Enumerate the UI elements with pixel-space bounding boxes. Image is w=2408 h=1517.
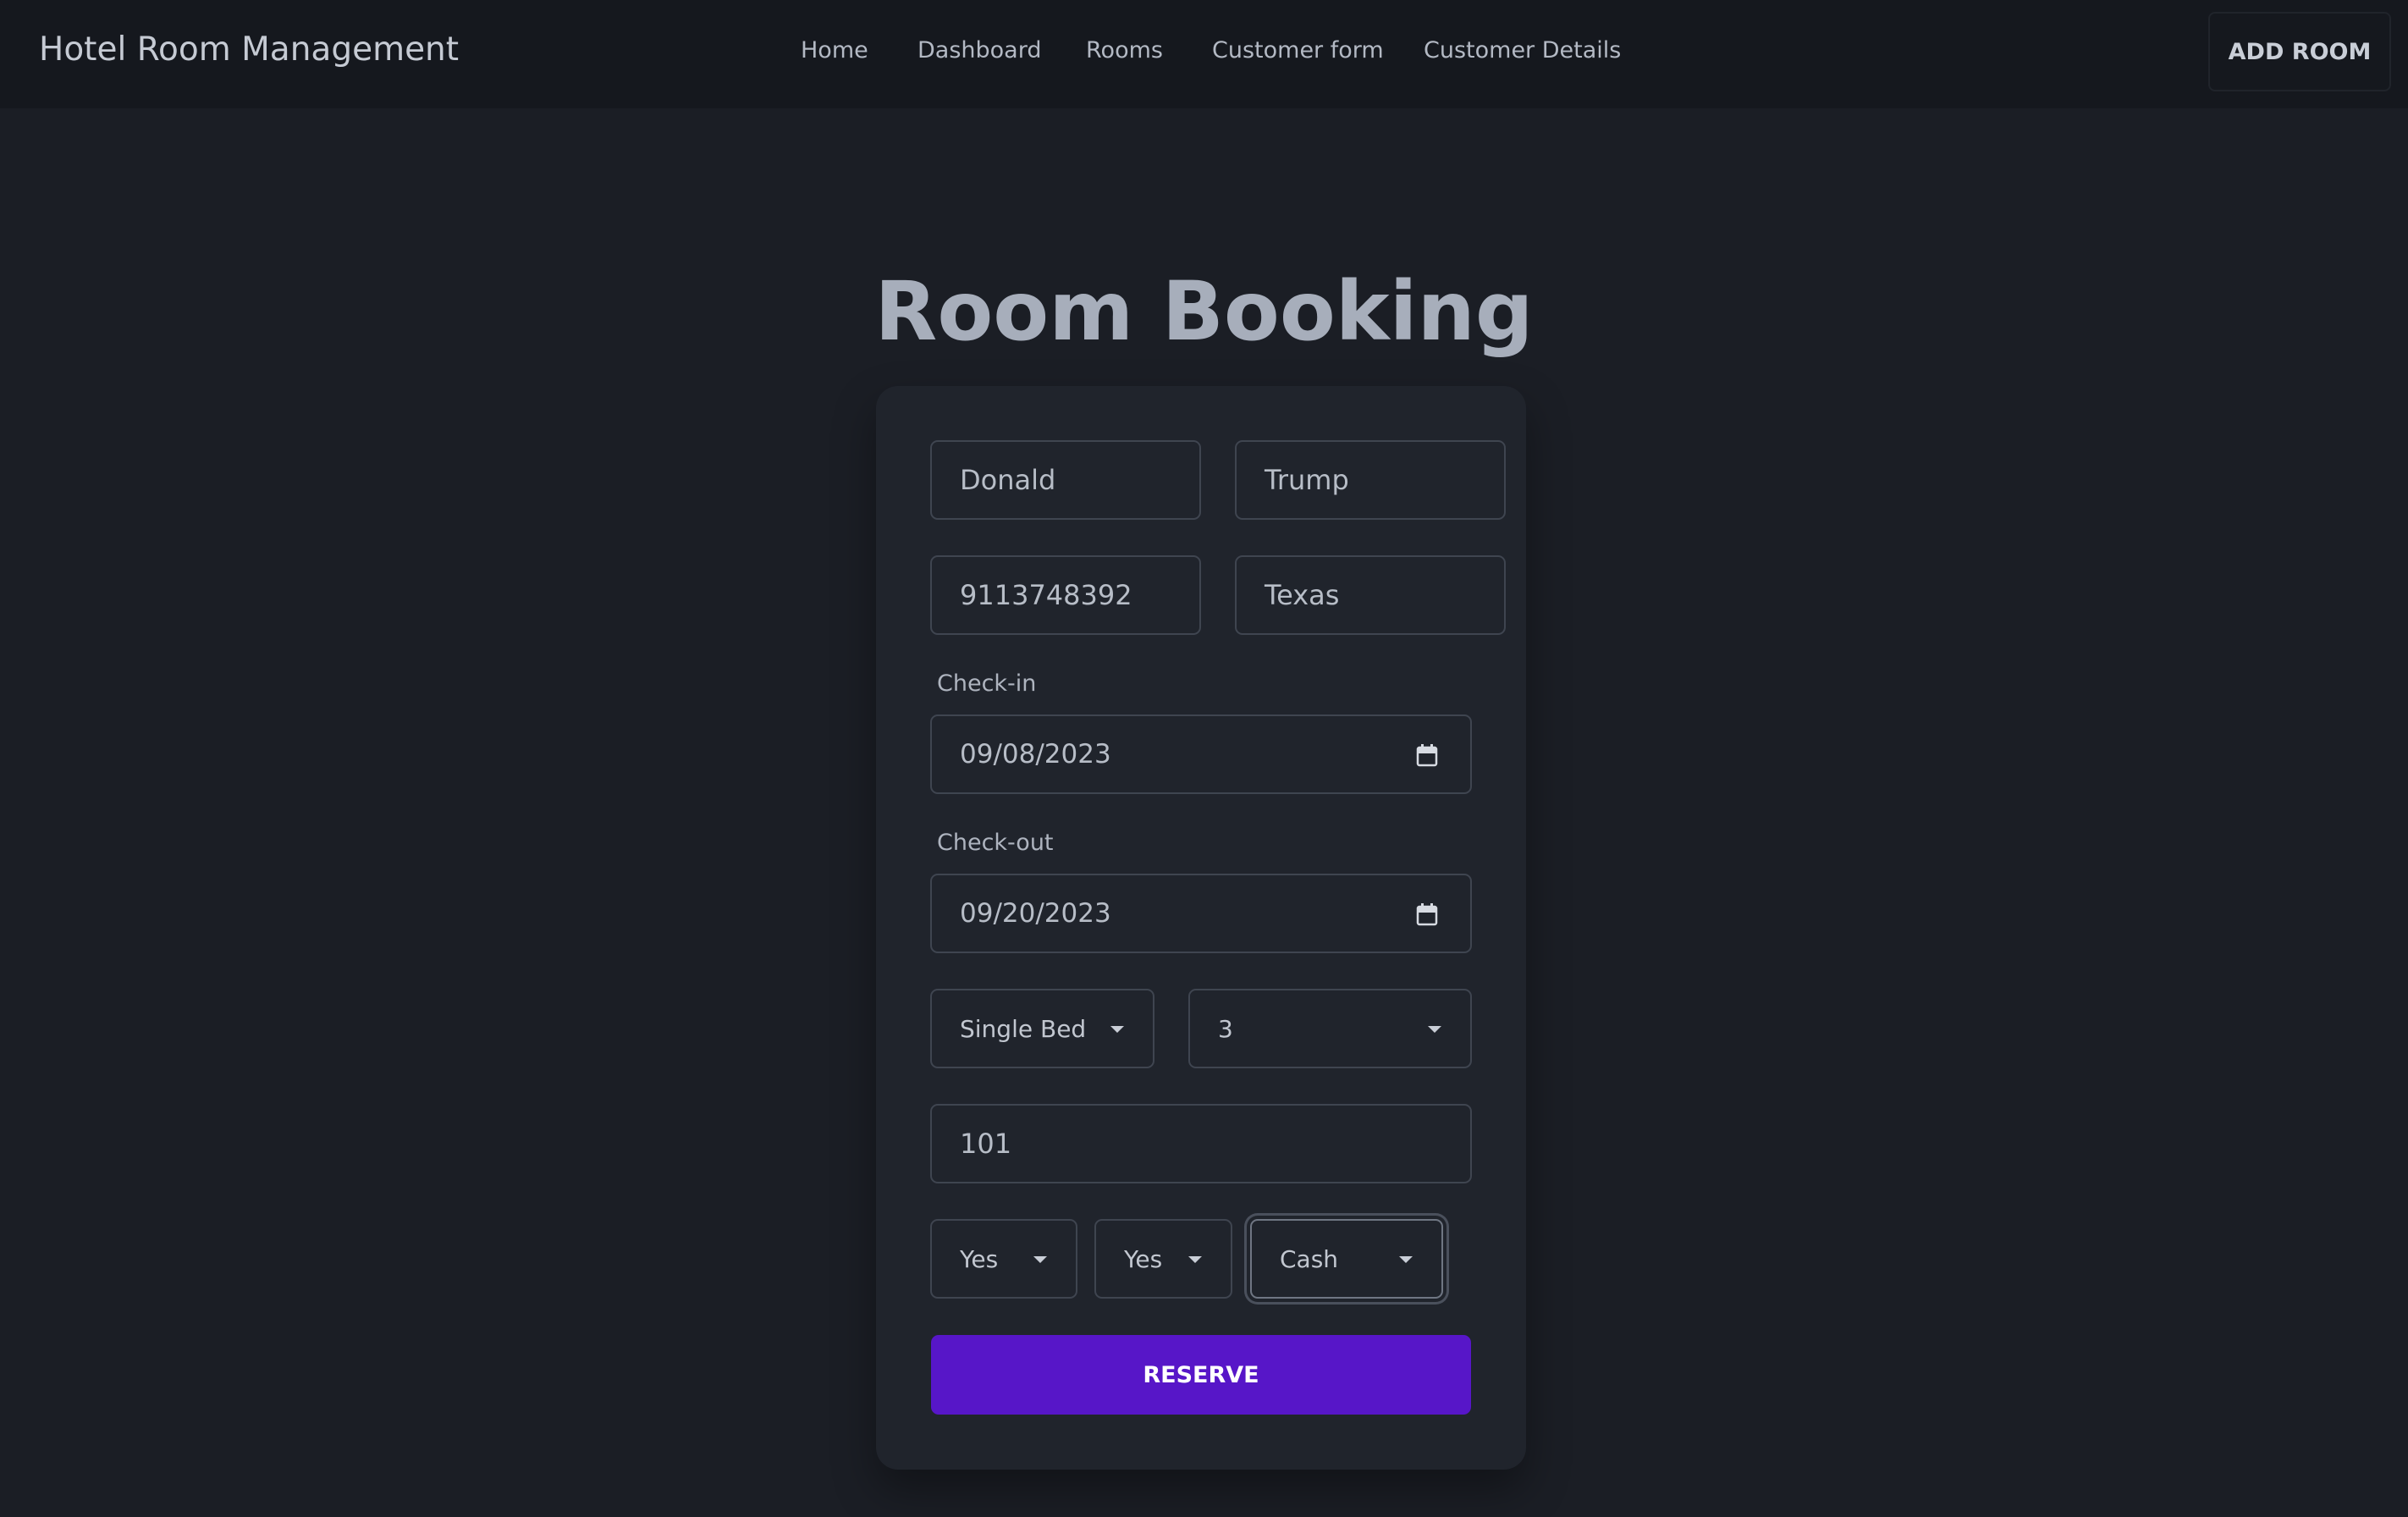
nav-link-rooms[interactable]: Rooms (1086, 37, 1163, 63)
nav-link-customer-form[interactable]: Customer form (1212, 37, 1384, 63)
brand-title[interactable]: Hotel Room Management (39, 30, 459, 69)
page-title: Room Booking (874, 264, 1534, 359)
chevron-down-icon (1033, 1256, 1047, 1263)
checkin-date-input[interactable]: 09/08/2023 (930, 714, 1472, 794)
checkout-date-value: 09/20/2023 (960, 898, 1111, 929)
first-name-input[interactable]: Donald (930, 440, 1201, 520)
nav-link-home[interactable]: Home (801, 37, 868, 63)
calendar-icon[interactable] (1416, 743, 1438, 767)
state-input[interactable]: Texas (1235, 555, 1506, 635)
option-two-select[interactable]: Yes (1094, 1219, 1232, 1299)
chevron-down-icon (1399, 1256, 1413, 1263)
reserve-button[interactable]: RESERVE (931, 1335, 1471, 1415)
navbar: Hotel Room Management Home Dashboard Roo… (0, 0, 2408, 108)
add-room-button[interactable]: ADD ROOM (2208, 12, 2391, 91)
checkout-label: Check-out (937, 830, 1054, 856)
payment-value: Cash (1280, 1244, 1339, 1273)
bed-type-value: Single Bed (960, 1014, 1087, 1043)
calendar-icon[interactable] (1416, 902, 1438, 926)
guests-value: 3 (1218, 1014, 1233, 1043)
last-name-input[interactable]: Trump (1235, 440, 1506, 520)
room-number-input[interactable]: 101 (930, 1104, 1472, 1183)
bed-type-select[interactable]: Single Bed (930, 989, 1154, 1068)
phone-input[interactable]: 9113748392 (930, 555, 1201, 635)
option-one-value: Yes (960, 1244, 999, 1273)
checkout-date-input[interactable]: 09/20/2023 (930, 874, 1472, 953)
payment-select[interactable]: Cash (1250, 1219, 1443, 1299)
nav-link-dashboard[interactable]: Dashboard (917, 37, 1041, 63)
checkin-date-value: 09/08/2023 (960, 739, 1111, 770)
chevron-down-icon (1188, 1256, 1202, 1263)
chevron-down-icon (1428, 1026, 1441, 1033)
chevron-down-icon (1110, 1026, 1124, 1033)
checkin-label: Check-in (937, 670, 1037, 697)
option-two-value: Yes (1124, 1244, 1163, 1273)
guests-select[interactable]: 3 (1188, 989, 1472, 1068)
option-one-select[interactable]: Yes (930, 1219, 1077, 1299)
nav-link-customer-details[interactable]: Customer Details (1424, 37, 1621, 63)
